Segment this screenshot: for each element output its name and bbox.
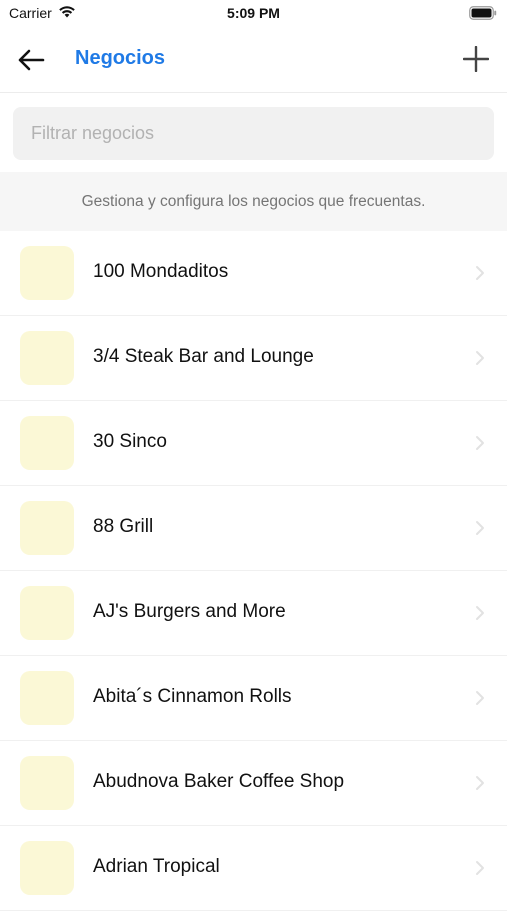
status-bar: Carrier 5:09 PM <box>0 0 507 28</box>
chevron-right-icon <box>476 861 484 875</box>
business-thumbnail <box>20 416 74 470</box>
business-thumbnail <box>20 756 74 810</box>
business-list-item[interactable]: 3/4 Steak Bar and Lounge <box>0 316 507 401</box>
business-list-item[interactable]: Abita´s Cinnamon Rolls <box>0 656 507 741</box>
back-button[interactable] <box>14 44 48 76</box>
business-name: 88 Grill <box>93 516 154 537</box>
business-name: Abudnova Baker Coffee Shop <box>93 771 345 792</box>
business-list-item[interactable]: AJ's Burgers and More <box>0 571 507 656</box>
search-field-container <box>13 107 494 160</box>
battery-icon <box>469 6 497 25</box>
business-thumbnail <box>20 246 74 300</box>
page-title: Negocios <box>75 47 166 69</box>
business-name: 3/4 Steak Bar and Lounge <box>93 346 314 367</box>
business-list-item[interactable]: Abudnova Baker Coffee Shop <box>0 741 507 826</box>
business-list-item[interactable]: 30 Sinco <box>0 401 507 486</box>
chevron-right-icon <box>476 691 484 705</box>
business-name: Abita´s Cinnamon Rolls <box>93 686 292 707</box>
plus-icon <box>463 46 489 72</box>
chevron-right-icon <box>476 606 484 620</box>
description-banner: Gestiona y configura los negocios que fr… <box>0 172 507 231</box>
chevron-right-icon <box>476 266 484 280</box>
business-list-item[interactable]: Adrian Tropical <box>0 826 507 911</box>
business-thumbnail <box>20 841 74 895</box>
business-list: 100 Mondaditos 3/4 Steak Bar and Lounge … <box>0 231 507 911</box>
business-name: 30 Sinco <box>93 431 167 452</box>
business-thumbnail <box>20 501 74 555</box>
business-thumbnail <box>20 331 74 385</box>
business-list-item[interactable]: 88 Grill <box>0 486 507 571</box>
chevron-right-icon <box>476 776 484 790</box>
filter-businesses-input[interactable] <box>13 107 494 160</box>
arrow-left-icon <box>18 49 45 71</box>
chevron-right-icon <box>476 436 484 450</box>
business-thumbnail <box>20 671 74 725</box>
business-name: 100 Mondaditos <box>93 261 229 282</box>
description-text: Gestiona y configura los negocios que fr… <box>81 192 426 210</box>
business-thumbnail <box>20 586 74 640</box>
navigation-bar: Negocios <box>0 28 507 93</box>
business-list-item[interactable]: 100 Mondaditos <box>0 231 507 316</box>
add-business-button[interactable] <box>459 42 493 76</box>
chevron-right-icon <box>476 351 484 365</box>
business-name: AJ's Burgers and More <box>93 601 286 622</box>
status-time: 5:09 PM <box>227 5 280 21</box>
chevron-right-icon <box>476 521 484 535</box>
business-name: Adrian Tropical <box>93 856 220 877</box>
